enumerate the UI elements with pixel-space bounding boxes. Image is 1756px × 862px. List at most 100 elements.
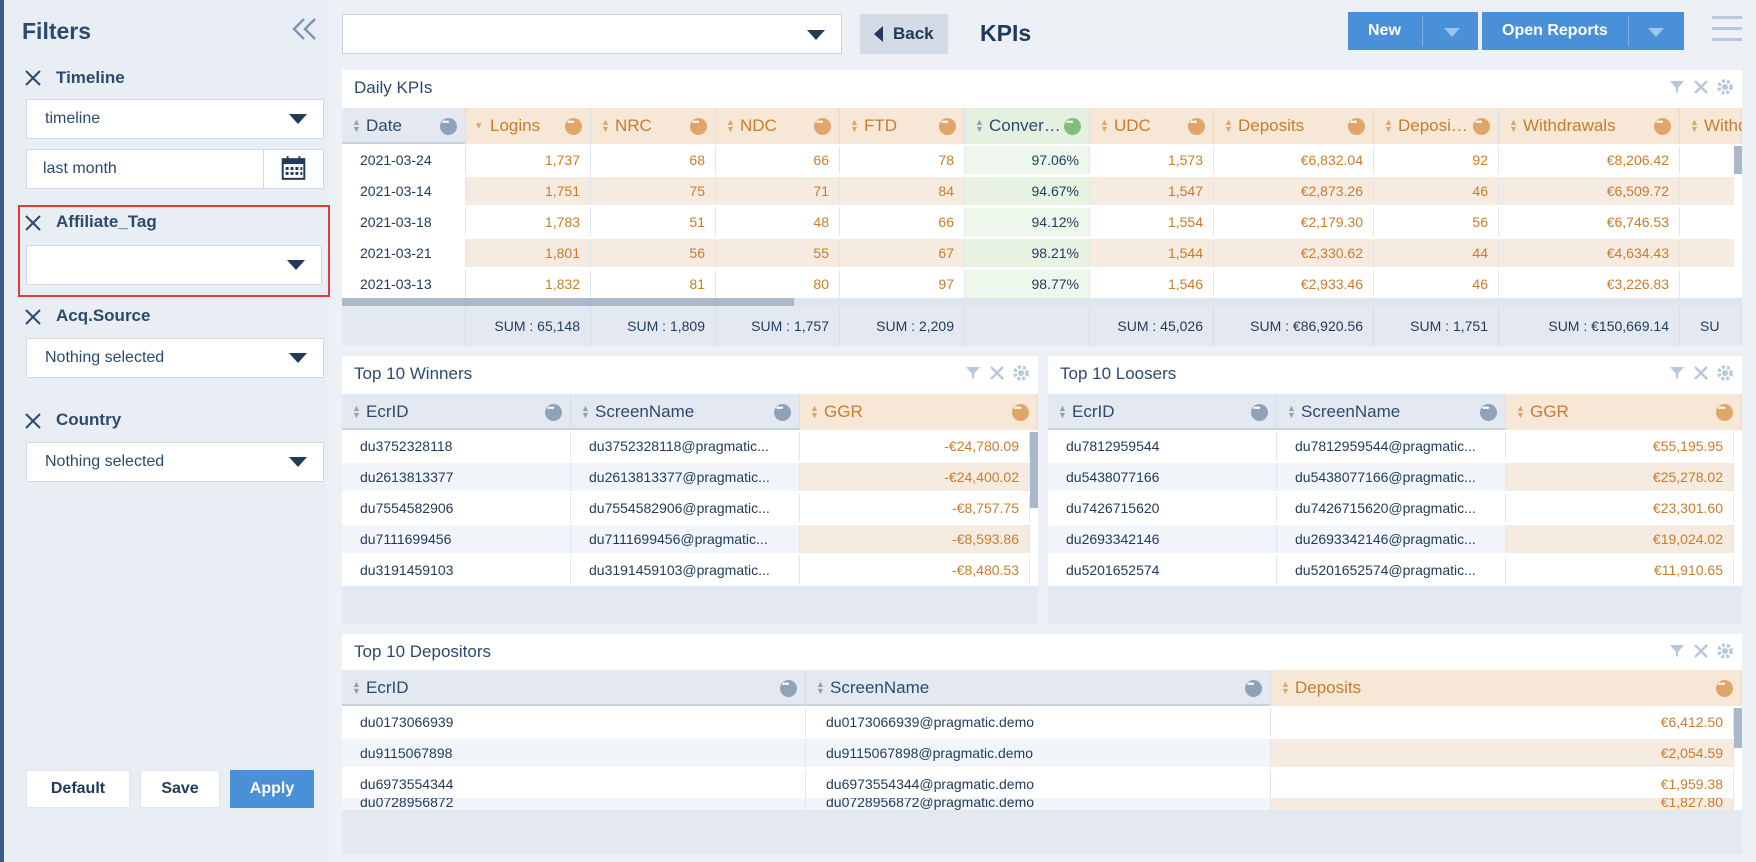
col-ecrid[interactable]: ▲ ▼ EcrID xyxy=(1048,394,1277,430)
affiliate-tag-select[interactable] xyxy=(26,245,322,285)
cell-udc: 1,547 xyxy=(1090,177,1214,205)
remove-timeline-filter-icon[interactable] xyxy=(22,67,44,89)
cell-logins: 1,737 xyxy=(466,146,591,174)
table-row[interactable]: du5201652574 du5201652574@pragmatic... €… xyxy=(1048,556,1734,584)
expand-icon[interactable] xyxy=(988,364,1006,382)
table-row[interactable]: du0728956872 du0728956872@pragmatic.demo… xyxy=(342,798,1734,810)
horizontal-scrollbar-thumb[interactable] xyxy=(342,298,794,306)
new-dropdown-chevron-icon[interactable] xyxy=(1444,28,1460,37)
table-row[interactable]: du9115067898 du9115067898@pragmatic.demo… xyxy=(342,739,1734,767)
cell-deposit-count: 92 xyxy=(1374,146,1499,174)
col-screenname[interactable]: ▲ ▼ ScreenName xyxy=(1277,394,1506,430)
table-row[interactable]: du5438077166 du5438077166@pragmatic... €… xyxy=(1048,463,1734,491)
cell-logins: 1,751 xyxy=(466,177,591,205)
expand-icon[interactable] xyxy=(1692,642,1710,660)
cell-conversion: 94.67% xyxy=(965,177,1090,205)
settings-gear-icon[interactable] xyxy=(1716,364,1734,382)
col-logins[interactable]: ▾ Logins xyxy=(466,108,591,144)
cell-ftd: 84 xyxy=(840,177,965,205)
remove-country-filter-icon[interactable] xyxy=(22,410,44,432)
settings-gear-icon[interactable] xyxy=(1716,78,1734,96)
vertical-scrollbar[interactable] xyxy=(1734,708,1742,748)
open-reports-dropdown-chevron-icon[interactable] xyxy=(1648,28,1664,37)
cell-conversion: 98.21% xyxy=(965,239,1090,267)
table-row[interactable]: du6973554344 du6973554344@pragmatic.demo… xyxy=(342,770,1734,798)
col-ndc[interactable]: ▲ ▼ NDC xyxy=(716,108,840,144)
col-udc[interactable]: ▲ ▼ UDC xyxy=(1090,108,1214,144)
expand-icon[interactable] xyxy=(1692,364,1710,382)
sum-logins: SUM : 65,148 xyxy=(466,306,591,346)
split-divider xyxy=(1628,16,1629,46)
col-ftd[interactable]: ▲ ▼ FTD xyxy=(840,108,965,144)
cell-udc: 1,546 xyxy=(1090,270,1214,298)
table-row[interactable]: 2021-03-21 1,801 56 55 67 98.21% 1,544 €… xyxy=(342,239,1734,267)
report-select[interactable] xyxy=(342,14,842,54)
col-ggr[interactable]: ▲ ▼ GGR xyxy=(1506,394,1742,430)
col-ecrid[interactable]: ▲ ▼ EcrID xyxy=(342,670,806,706)
table-row[interactable]: 2021-03-24 1,737 68 66 78 97.06% 1,573 €… xyxy=(342,146,1734,174)
cell-deposit-count: 56 xyxy=(1374,208,1499,236)
remove-affiliate-tag-filter-icon[interactable] xyxy=(22,212,44,234)
remove-acq-source-filter-icon[interactable] xyxy=(22,306,44,328)
col-ggr[interactable]: ▲ ▼ GGR xyxy=(800,394,1038,430)
filter-icon[interactable] xyxy=(964,364,982,382)
table-row[interactable]: du2613813377 du2613813377@pragmatic... -… xyxy=(342,463,1030,491)
chevron-down-icon xyxy=(287,260,305,270)
table-row[interactable]: du2693342146 du2693342146@pragmatic... €… xyxy=(1048,525,1734,553)
col-screenname[interactable]: ▲ ▼ ScreenName xyxy=(806,670,1271,706)
table-row[interactable]: du7554582906 du7554582906@pragmatic... -… xyxy=(342,494,1030,522)
col-deposits[interactable]: ▲ ▼ Deposits xyxy=(1271,670,1742,706)
expand-icon[interactable] xyxy=(1692,78,1710,96)
col-ecrid[interactable]: ▲ ▼ EcrID xyxy=(342,394,571,430)
table-row[interactable]: du7426715620 du7426715620@pragmatic... €… xyxy=(1048,494,1734,522)
horizontal-scroll-track[interactable] xyxy=(342,298,1742,306)
cell-logins: 1,783 xyxy=(466,208,591,236)
new-button[interactable]: New xyxy=(1368,22,1401,40)
default-button[interactable]: Default xyxy=(26,770,130,808)
cell-withdrawals: €6,746.53 xyxy=(1499,208,1680,236)
settings-gear-icon[interactable] xyxy=(1716,642,1734,660)
vertical-scrollbar[interactable] xyxy=(1734,146,1742,174)
back-button[interactable]: Back xyxy=(860,14,948,54)
collapse-sidebar-icon[interactable] xyxy=(288,14,320,44)
chevron-down-icon xyxy=(289,114,307,124)
table-row[interactable]: du0173066939 du0173066939@pragmatic.demo… xyxy=(342,708,1734,736)
table-row[interactable]: du7812959544 du7812959544@pragmatic... €… xyxy=(1048,432,1734,460)
open-reports-button[interactable]: Open Reports xyxy=(1502,22,1608,40)
sum-ftd: SUM : 2,209 xyxy=(840,306,965,346)
cell-screenname: du0173066939@pragmatic.demo xyxy=(806,708,1271,736)
col-date[interactable]: ▲ ▼ Date xyxy=(342,108,466,144)
cell-ggr: €19,024.02 xyxy=(1506,525,1734,553)
top-winners-header: ▲▼EcrID ▲▼ScreenName ▲▼GGR xyxy=(342,394,1038,430)
col-deposits[interactable]: ▲ ▼ Deposits xyxy=(1214,108,1374,144)
date-range-input[interactable]: last month xyxy=(26,149,324,189)
col-deposit-count[interactable]: ▲ ▼ Deposi… xyxy=(1374,108,1499,144)
col-conversion[interactable]: ▲ ▼ Conver… xyxy=(965,108,1090,144)
filter-icon[interactable] xyxy=(1668,642,1686,660)
table-row[interactable]: 2021-03-18 1,783 51 48 66 94.12% 1,554 €… xyxy=(342,208,1734,236)
table-row[interactable]: du7111699456 du7111699456@pragmatic... -… xyxy=(342,525,1030,553)
table-row[interactable]: 2021-03-14 1,751 75 71 84 94.67% 1,547 €… xyxy=(342,177,1734,205)
calendar-icon[interactable] xyxy=(263,150,323,188)
table-row[interactable]: 2021-03-13 1,832 81 80 97 98.77% 1,546 €… xyxy=(342,270,1734,298)
cell-deposits: €2,933.46 xyxy=(1214,270,1374,298)
save-button[interactable]: Save xyxy=(140,770,220,808)
filter-icon[interactable] xyxy=(1668,364,1686,382)
sum-withdrawals: SUM : €150,669.14 xyxy=(1499,306,1680,346)
vertical-scrollbar[interactable] xyxy=(1030,432,1038,508)
apply-button[interactable]: Apply xyxy=(230,770,314,808)
col-withdrawals[interactable]: ▲ ▼ Withdrawals xyxy=(1499,108,1680,144)
settings-gear-icon[interactable] xyxy=(1012,364,1030,382)
col-screenname[interactable]: ▲ ▼ ScreenName xyxy=(571,394,800,430)
filter-icon[interactable] xyxy=(1668,78,1686,96)
cell-screenname: du5438077166@pragmatic... xyxy=(1277,463,1506,491)
table-row[interactable]: du3752328118 du3752328118@pragmatic... -… xyxy=(342,432,1030,460)
cell-ecrid: du2613813377 xyxy=(342,463,571,491)
country-select[interactable]: Nothing selected xyxy=(26,442,324,482)
table-row[interactable]: du3191459103 du3191459103@pragmatic... -… xyxy=(342,556,1030,584)
col-withdrawal-count[interactable]: ▲▼Withd xyxy=(1680,108,1742,144)
timeline-select[interactable]: timeline xyxy=(26,99,324,139)
menu-icon[interactable] xyxy=(1712,16,1742,42)
col-nrc[interactable]: ▲ ▼ NRC xyxy=(591,108,716,144)
acq-source-select[interactable]: Nothing selected xyxy=(26,338,324,378)
